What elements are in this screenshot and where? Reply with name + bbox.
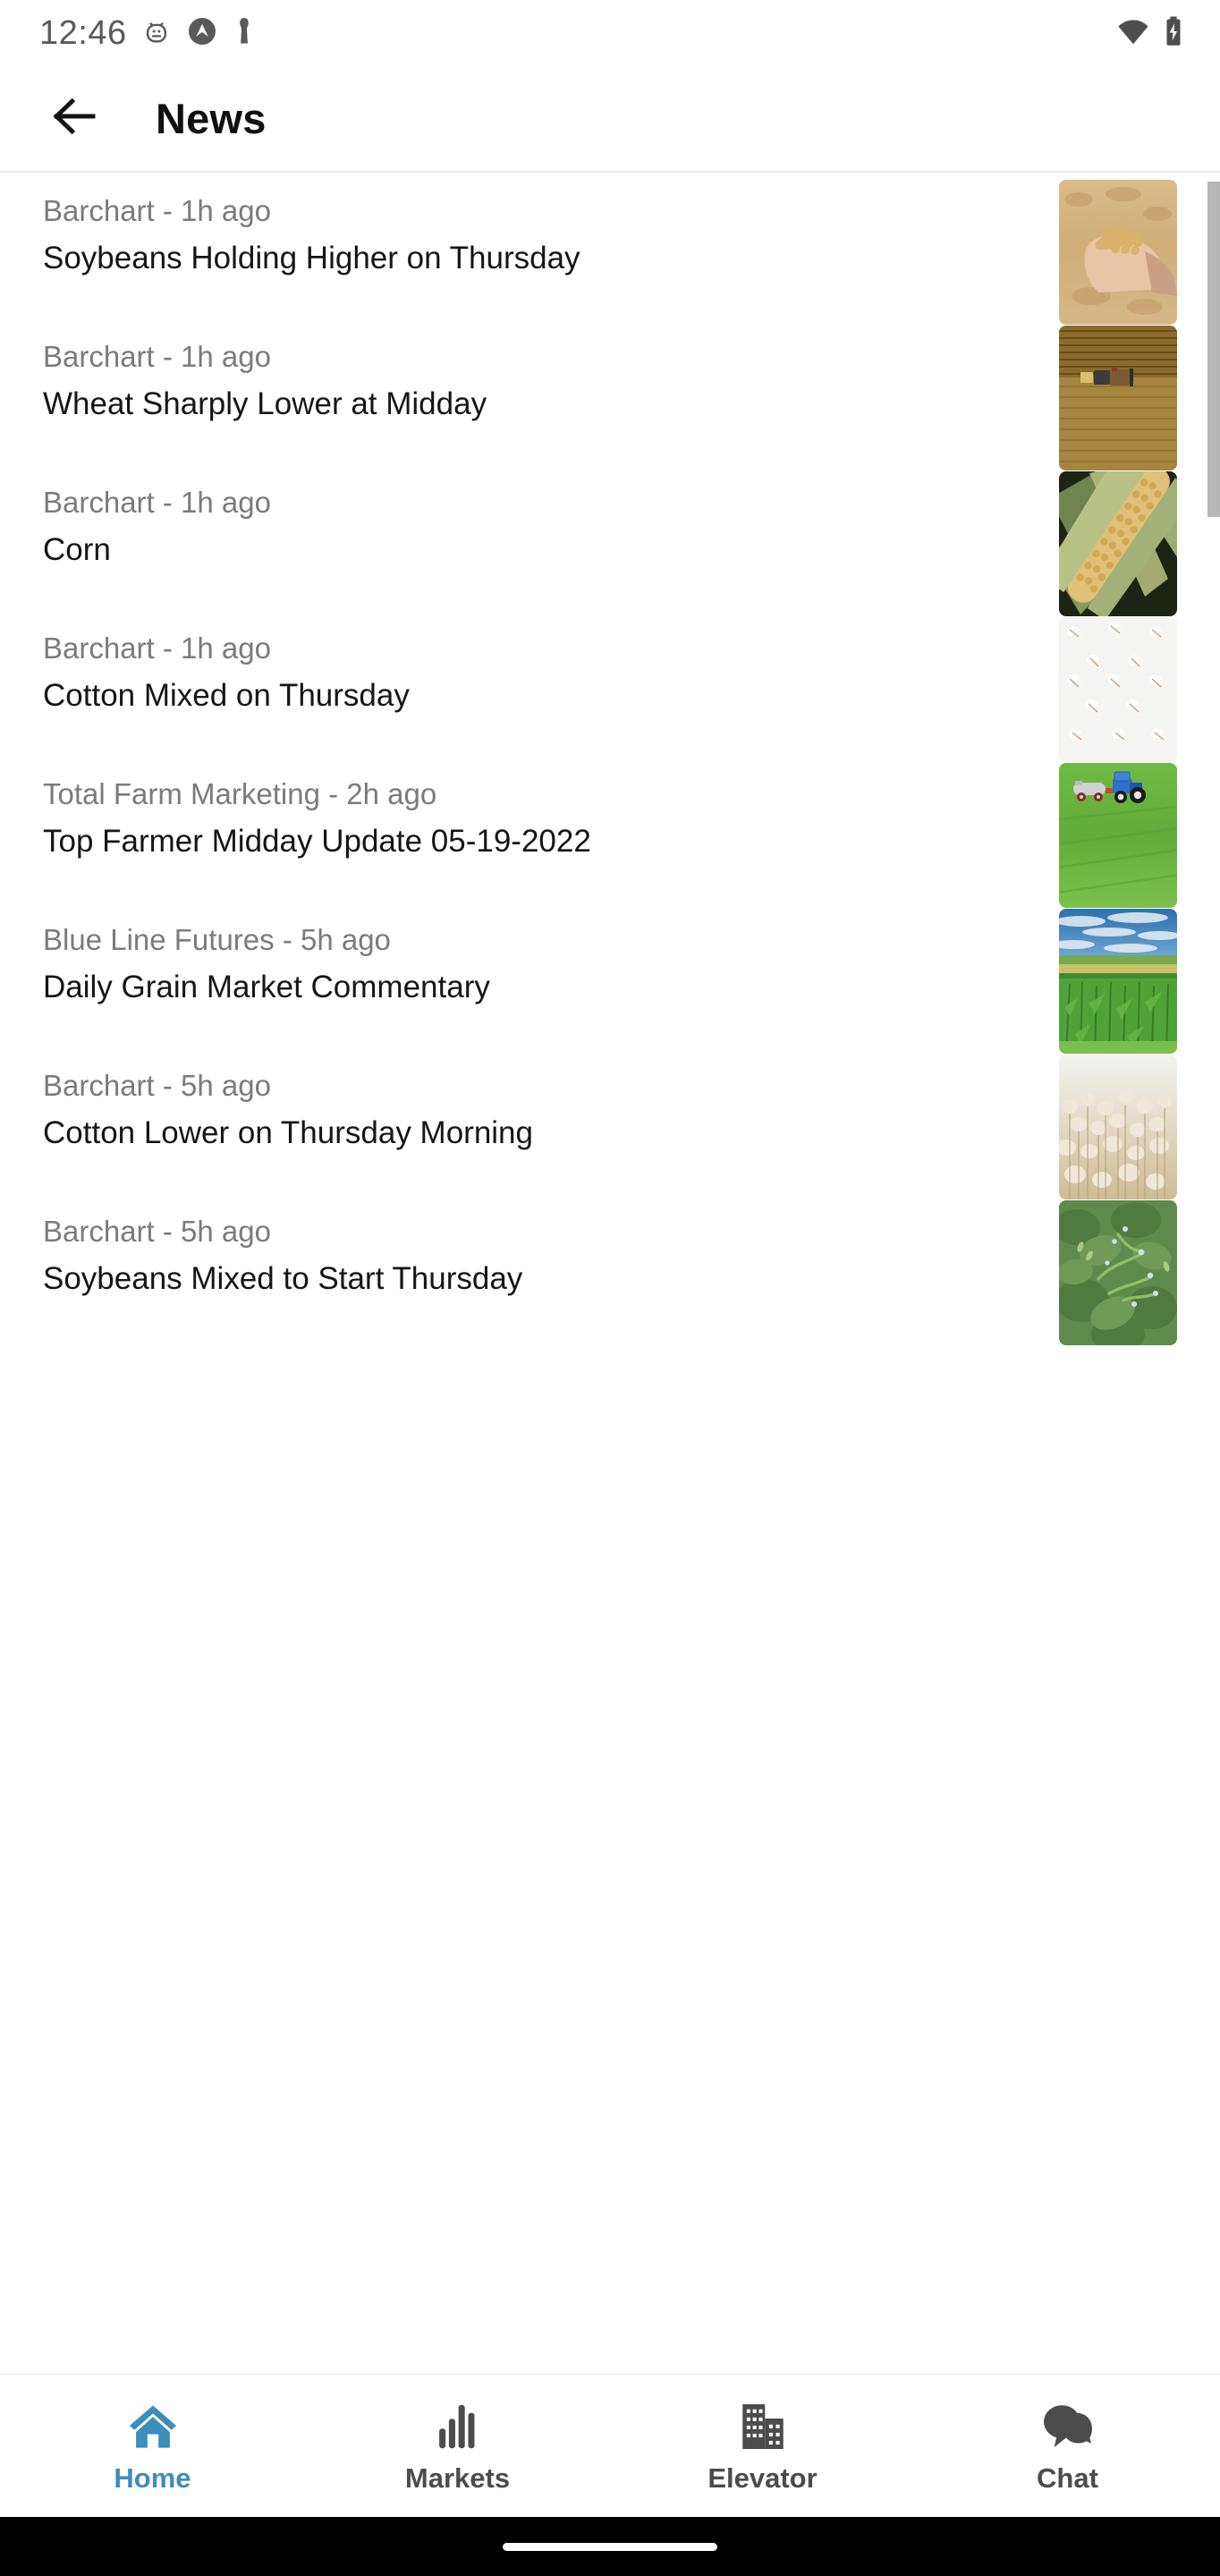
news-item-thumbnail bbox=[1059, 326, 1177, 470]
status-bar-left: 12:46 bbox=[39, 14, 256, 53]
news-item-thumbnail bbox=[1059, 180, 1177, 325]
news-list-item[interactable]: Blue Line Futures - 5h ago Daily Grain M… bbox=[0, 902, 1220, 1054]
news-list-item[interactable]: Barchart - 5h ago Cotton Lower on Thursd… bbox=[0, 1047, 1220, 1199]
news-list-item[interactable]: Barchart - 1h ago Soybeans Holding Highe… bbox=[0, 173, 1220, 325]
news-item-title: Cotton Lower on Thursday Morning bbox=[43, 1115, 533, 1151]
cotton-bolls-white-background-photo bbox=[1059, 617, 1177, 762]
corn-field-blue-sky-photo bbox=[1059, 909, 1177, 1054]
news-item-source: Blue Line Futures - 5h ago bbox=[43, 923, 391, 956]
nav-item-markets[interactable]: Markets bbox=[305, 2375, 610, 2517]
news-item-title: Corn bbox=[43, 532, 111, 568]
battery-charging-icon bbox=[1163, 15, 1184, 52]
chat-bubbles-icon bbox=[1043, 2398, 1092, 2450]
news-list-container[interactable]: Barchart - 1h ago Soybeans Holding Highe… bbox=[0, 172, 1220, 2374]
nav-label-elevator: Elevator bbox=[707, 2462, 818, 2494]
circle-arrow-up-icon bbox=[186, 15, 218, 52]
news-item-source: Barchart - 1h ago bbox=[43, 340, 271, 373]
android-debug-icon bbox=[141, 16, 172, 51]
news-item-source: Barchart - 1h ago bbox=[43, 631, 271, 665]
app-bar: News bbox=[0, 66, 1220, 172]
news-item-title: Top Farmer Midday Update 05-19-2022 bbox=[43, 824, 591, 860]
news-item-thumbnail bbox=[1059, 471, 1177, 616]
news-list-item[interactable]: Barchart - 5h ago Soybeans Mixed to Star… bbox=[0, 1193, 1220, 1345]
nav-item-home[interactable]: Home bbox=[0, 2375, 305, 2517]
news-item-text: Barchart - 1h ago Soybeans Holding Highe… bbox=[43, 173, 1059, 279]
nav-item-chat[interactable]: Chat bbox=[915, 2375, 1220, 2517]
news-item-text: Blue Line Futures - 5h ago Daily Grain M… bbox=[43, 902, 1059, 1008]
news-item-text: Barchart - 5h ago Cotton Lower on Thursd… bbox=[43, 1047, 1059, 1154]
soybean-plant-flowers-photo bbox=[1059, 1200, 1177, 1345]
status-bar-clock: 12:46 bbox=[39, 13, 127, 52]
news-item-text: Barchart - 1h ago Corn bbox=[43, 464, 1059, 571]
back-button[interactable] bbox=[47, 91, 102, 147]
news-list-item[interactable]: Barchart - 1h ago Cotton Mixed on Thursd… bbox=[0, 610, 1220, 762]
person-icon bbox=[233, 15, 256, 52]
news-list-item[interactable]: Total Farm Marketing - 2h ago Top Farmer… bbox=[0, 756, 1220, 908]
nav-label-home: Home bbox=[114, 2462, 191, 2494]
news-item-thumbnail bbox=[1059, 763, 1177, 908]
corn-cob-husk-photo bbox=[1059, 471, 1177, 616]
home-icon bbox=[127, 2398, 179, 2450]
news-item-source: Barchart - 5h ago bbox=[43, 1215, 271, 1248]
status-bar: 12:46 bbox=[0, 0, 1220, 66]
news-item-text: Barchart - 1h ago Cotton Mixed on Thursd… bbox=[43, 610, 1059, 716]
hands-holding-soybeans-photo bbox=[1059, 180, 1177, 325]
news-list: Barchart - 1h ago Soybeans Holding Highe… bbox=[0, 173, 1220, 1345]
news-item-source: Total Farm Marketing - 2h ago bbox=[43, 777, 437, 810]
buildings-icon bbox=[741, 2398, 785, 2450]
back-arrow-icon bbox=[49, 91, 99, 146]
status-bar-right bbox=[1116, 15, 1184, 52]
news-item-title: Soybeans Holding Higher on Thursday bbox=[43, 241, 580, 276]
news-list-item[interactable]: Barchart - 1h ago Wheat Sharply Lower at… bbox=[0, 318, 1220, 470]
news-item-thumbnail bbox=[1059, 617, 1177, 762]
news-list-item[interactable]: Barchart - 1h ago Corn bbox=[0, 464, 1220, 616]
news-item-thumbnail bbox=[1059, 1200, 1177, 1345]
nav-item-elevator[interactable]: Elevator bbox=[610, 2375, 915, 2517]
home-gesture-pill[interactable] bbox=[503, 2542, 717, 2551]
news-item-text: Barchart - 1h ago Wheat Sharply Lower at… bbox=[43, 318, 1059, 425]
news-item-text: Barchart - 5h ago Soybeans Mixed to Star… bbox=[43, 1193, 1059, 1300]
news-item-source: Barchart - 5h ago bbox=[43, 1069, 271, 1102]
list-scrollbar[interactable] bbox=[1207, 182, 1220, 517]
news-item-title: Soybeans Mixed to Start Thursday bbox=[43, 1261, 523, 1297]
news-item-source: Barchart - 1h ago bbox=[43, 194, 271, 227]
bottom-navigation-bar: Home Markets Elevator Chat bbox=[0, 2374, 1220, 2517]
system-gesture-bar bbox=[0, 2517, 1220, 2576]
app-screen: 12:46 News Barchart - 1h ago Soybeans Ho… bbox=[0, 0, 1220, 2576]
blue-tractor-green-field-photo bbox=[1059, 763, 1177, 908]
news-item-thumbnail bbox=[1059, 1055, 1177, 1199]
news-item-title: Cotton Mixed on Thursday bbox=[43, 678, 410, 714]
wifi-icon bbox=[1116, 17, 1150, 50]
aerial-combine-wheat-field-photo bbox=[1059, 326, 1177, 470]
news-item-title: Wheat Sharply Lower at Midday bbox=[43, 386, 487, 422]
nav-label-chat: Chat bbox=[1037, 2462, 1098, 2494]
news-item-text: Total Farm Marketing - 2h ago Top Farmer… bbox=[43, 756, 1059, 862]
news-item-source: Barchart - 1h ago bbox=[43, 486, 271, 519]
cotton-field-photo bbox=[1059, 1055, 1177, 1199]
nav-label-markets: Markets bbox=[404, 2462, 511, 2494]
news-item-title: Daily Grain Market Commentary bbox=[43, 970, 490, 1005]
page-title: News bbox=[156, 95, 267, 142]
bar-chart-icon bbox=[438, 2398, 478, 2450]
news-item-thumbnail bbox=[1059, 909, 1177, 1054]
